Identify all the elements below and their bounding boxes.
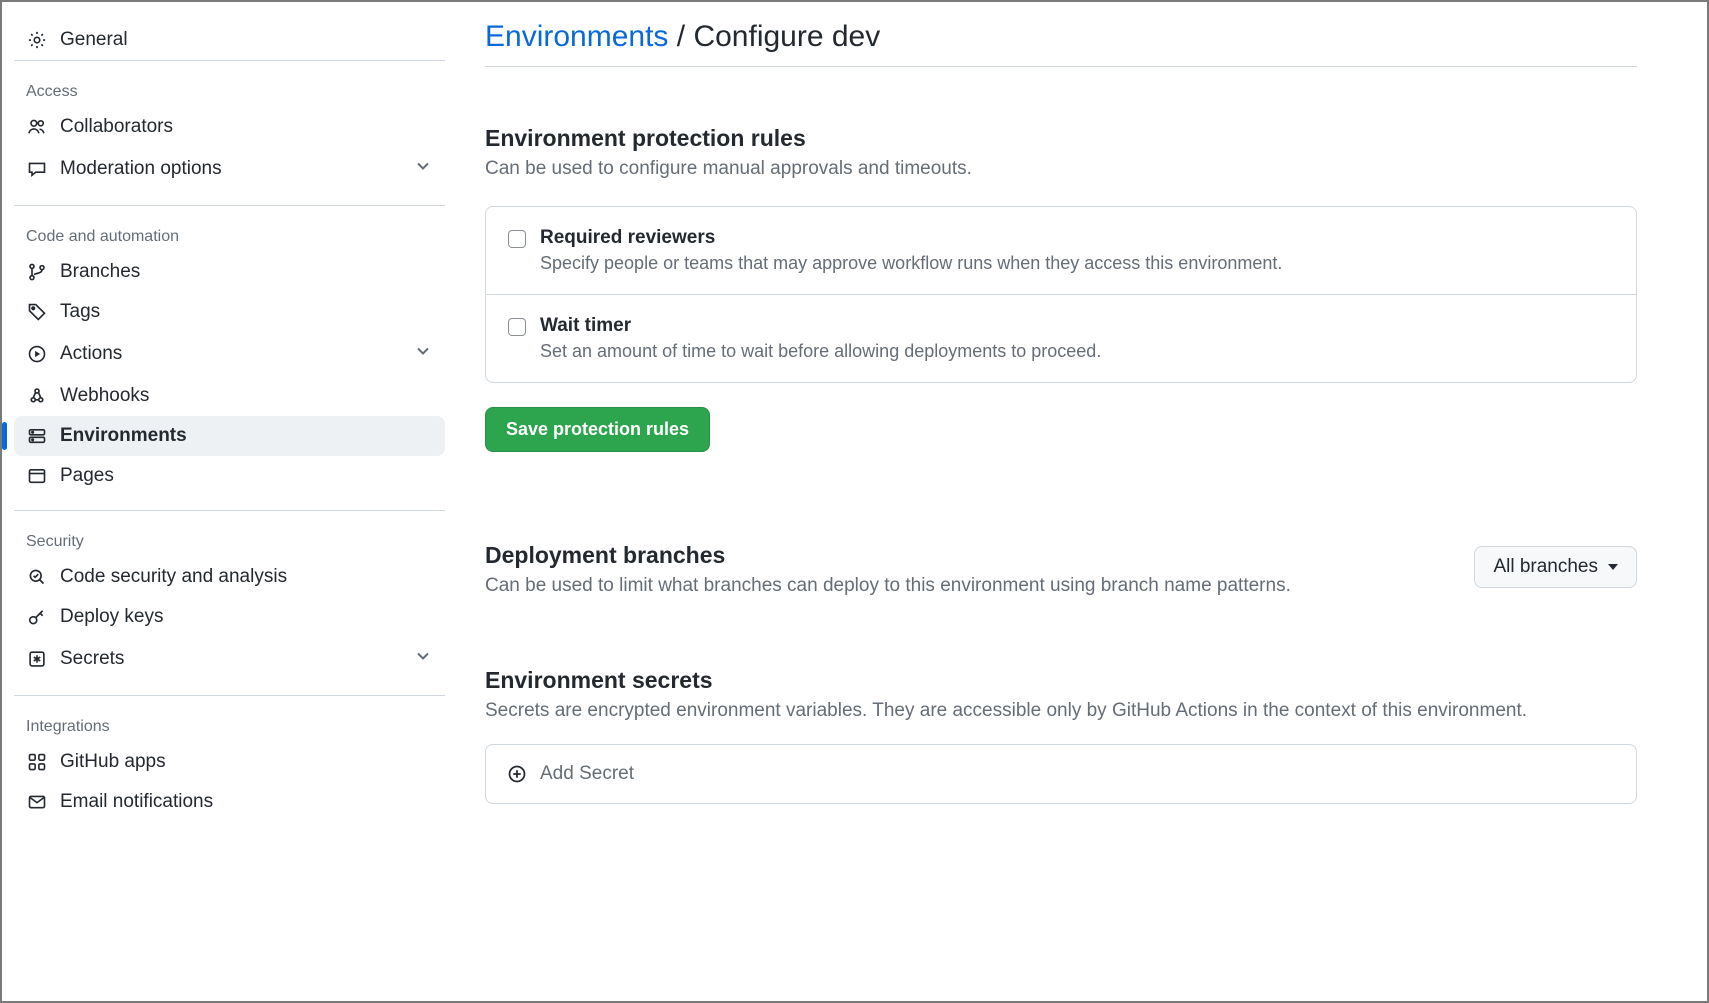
breadcrumb: Environments / Configure dev	[485, 20, 1637, 67]
sidebar-item-label: Code security and analysis	[60, 566, 287, 588]
dropdown-label: All branches	[1493, 556, 1598, 578]
section-environment-secrets: Environment secrets Secrets are encrypte…	[485, 667, 1637, 804]
codescan-icon	[26, 566, 48, 588]
protection-rules-list: Required reviewers Specify people or tea…	[485, 206, 1637, 383]
breadcrumb-separator: /	[677, 20, 685, 53]
sidebar-item-label: Webhooks	[60, 385, 149, 407]
sidebar-item-label: Moderation options	[60, 158, 222, 180]
section-protection-rules: Environment protection rules Can be used…	[485, 125, 1637, 452]
main-content: Environments / Configure dev Environment…	[457, 2, 1707, 1001]
sidebar-item-label: Actions	[60, 343, 122, 365]
rule-title: Wait timer	[540, 315, 1101, 337]
git-branch-icon	[26, 261, 48, 283]
sidebar-item-environments[interactable]: Environments	[14, 416, 445, 456]
chevron-down-icon	[413, 646, 433, 672]
caret-down-icon	[1608, 564, 1618, 570]
add-secret-button[interactable]: Add Secret	[485, 744, 1637, 804]
mail-icon	[26, 791, 48, 813]
section-deployment-branches: Deployment branches Can be used to limit…	[485, 542, 1637, 597]
sidebar-group-title: Security	[14, 511, 445, 557]
rule-wait-timer: Wait timer Set an amount of time to wait…	[486, 294, 1636, 382]
wait-timer-checkbox[interactable]	[508, 318, 526, 336]
rule-description: Set an amount of time to wait before all…	[540, 341, 1101, 362]
section-heading: Environment secrets	[485, 667, 1637, 694]
sidebar-item-webhooks[interactable]: Webhooks	[14, 376, 445, 416]
plus-circle-icon	[506, 763, 528, 785]
sidebar-group-code: Code and automation Branches Tags Action…	[14, 206, 445, 511]
section-description: Can be used to configure manual approval…	[485, 158, 1637, 180]
people-icon	[26, 116, 48, 138]
sidebar-group-security: Security Code security and analysis Depl…	[14, 511, 445, 696]
webhook-icon	[26, 385, 48, 407]
add-secret-label: Add Secret	[540, 763, 634, 785]
chevron-down-icon	[413, 341, 433, 367]
gear-icon	[26, 29, 48, 51]
required-reviewers-checkbox[interactable]	[508, 230, 526, 248]
sidebar-item-label: Secrets	[60, 648, 124, 670]
deployment-branches-dropdown[interactable]: All branches	[1474, 546, 1637, 588]
sidebar-item-moderation[interactable]: Moderation options	[14, 147, 445, 191]
key-icon	[26, 606, 48, 628]
sidebar-item-label: Pages	[60, 465, 114, 487]
settings-sidebar: General Access Collaborators Moderation …	[2, 2, 457, 1001]
sidebar-group-integrations: Integrations GitHub apps Email notificat…	[14, 696, 445, 836]
play-circle-icon	[26, 343, 48, 365]
sidebar-item-label: Deploy keys	[60, 606, 164, 628]
server-icon	[26, 425, 48, 447]
sidebar-item-label: GitHub apps	[60, 751, 166, 773]
chevron-down-icon	[413, 156, 433, 182]
sidebar-item-code-security[interactable]: Code security and analysis	[14, 557, 445, 597]
sidebar-item-label: Environments	[60, 425, 187, 447]
sidebar-group-title: Access	[14, 61, 445, 107]
rule-required-reviewers: Required reviewers Specify people or tea…	[486, 207, 1636, 294]
sidebar-item-label: Tags	[60, 301, 100, 323]
sidebar-item-label: General	[60, 29, 128, 51]
section-heading: Deployment branches	[485, 542, 1454, 569]
sidebar-item-label: Branches	[60, 261, 140, 283]
browser-icon	[26, 465, 48, 487]
rule-title: Required reviewers	[540, 227, 1282, 249]
sidebar-item-label: Collaborators	[60, 116, 173, 138]
section-description: Can be used to limit what branches can d…	[485, 575, 1454, 597]
comment-icon	[26, 158, 48, 180]
save-protection-rules-button[interactable]: Save protection rules	[485, 407, 710, 452]
sidebar-group-title: Integrations	[14, 696, 445, 742]
sidebar-item-secrets[interactable]: Secrets	[14, 637, 445, 681]
key-asterisk-icon	[26, 648, 48, 670]
tag-icon	[26, 301, 48, 323]
rule-description: Specify people or teams that may approve…	[540, 253, 1282, 274]
apps-icon	[26, 751, 48, 773]
section-description: Secrets are encrypted environment variab…	[485, 700, 1637, 722]
sidebar-item-pages[interactable]: Pages	[14, 456, 445, 496]
sidebar-group-access: Access Collaborators Moderation options	[14, 61, 445, 206]
sidebar-item-actions[interactable]: Actions	[14, 332, 445, 376]
sidebar-item-deploy-keys[interactable]: Deploy keys	[14, 597, 445, 637]
sidebar-item-collaborators[interactable]: Collaborators	[14, 107, 445, 147]
sidebar-item-tags[interactable]: Tags	[14, 292, 445, 332]
sidebar-group-title: Code and automation	[14, 206, 445, 252]
sidebar-item-label: Email notifications	[60, 791, 213, 813]
sidebar-item-email-notifications[interactable]: Email notifications	[14, 782, 445, 822]
sidebar-item-github-apps[interactable]: GitHub apps	[14, 742, 445, 782]
breadcrumb-current: Configure dev	[693, 20, 880, 53]
sidebar-item-branches[interactable]: Branches	[14, 252, 445, 292]
section-heading: Environment protection rules	[485, 125, 1637, 152]
breadcrumb-parent-link[interactable]: Environments	[485, 20, 668, 53]
sidebar-item-general[interactable]: General	[14, 20, 445, 61]
